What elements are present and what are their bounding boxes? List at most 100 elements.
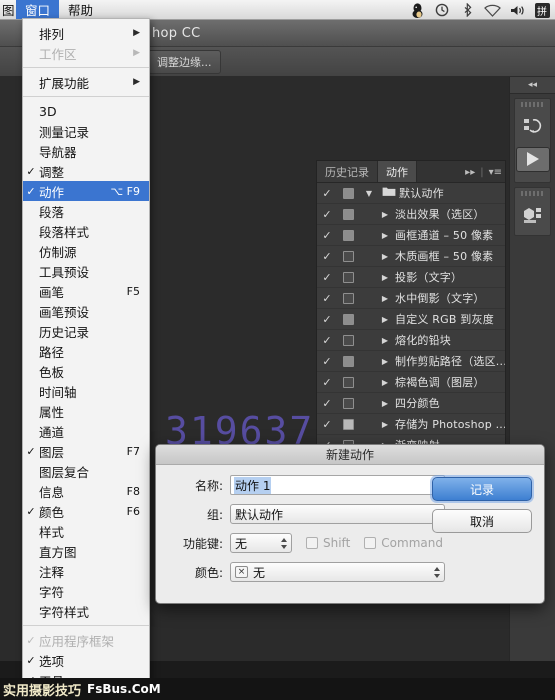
menu-item-24[interactable]: 信息F8 [23,481,149,501]
dialog-toggle-icon[interactable] [337,314,359,325]
menu-item-17[interactable]: 路径 [23,341,149,361]
dialog-toggle-icon[interactable] [337,230,359,241]
volume-icon[interactable] [506,0,528,20]
time-machine-icon[interactable] [431,0,453,20]
3d-icon[interactable] [515,200,550,230]
chevron-right-icon[interactable]: ▶ [375,378,395,387]
actions-row[interactable]: ✓▶水中倒影（文字） [317,288,505,309]
chevron-right-icon[interactable]: ▶ [375,273,395,282]
color-select[interactable]: × 无 [230,562,445,582]
chevron-right-icon[interactable]: ▶ [375,210,395,219]
window-menu-dropdown[interactable]: 排列▶工作区▶扩展功能▶3D测量记录导航器✓调整✓动作⌥ F9段落段落样式仿制源… [22,18,150,686]
dialog-toggle-icon[interactable] [337,188,359,199]
menu-item-30[interactable]: 字符样式 [23,601,149,621]
dialog-toggle-icon[interactable] [337,356,359,367]
fkey-select[interactable]: 无 [230,533,292,553]
input-method-icon[interactable]: 拼 [531,0,553,20]
menu-item-10[interactable]: 段落 [23,201,149,221]
dialog-toggle-icon[interactable] [337,377,359,388]
menu-item-29[interactable]: 字符 [23,581,149,601]
dock-grip-1[interactable] [521,102,544,107]
menu-item-12[interactable]: 仿制源 [23,241,149,261]
toggle-check-icon[interactable]: ✓ [317,271,337,284]
actions-row[interactable]: ✓▶熔化的铅块 [317,330,505,351]
actions-play-icon[interactable] [515,141,550,177]
menu-item-18[interactable]: 色板 [23,361,149,381]
penguin-icon[interactable] [406,0,428,20]
panel-menu-icon[interactable]: ▾≡ [489,167,502,178]
chevron-right-icon[interactable]: ▶ [375,420,395,429]
actions-row[interactable]: ✓▶木质画框 – 50 像素 [317,246,505,267]
dock-grip-2[interactable] [521,191,544,196]
shift-checkbox[interactable]: Shift [306,536,350,550]
menu-item-28[interactable]: 注释 [23,561,149,581]
dialog-toggle-icon[interactable] [337,251,359,262]
chevron-right-icon[interactable]: ▶ [375,315,395,324]
toggle-check-icon[interactable]: ✓ [317,313,337,326]
tab-history[interactable]: 历史记录 [317,161,378,182]
chevron-down-icon[interactable]: ▼ [359,189,379,198]
expand-icon[interactable]: ▸▸ [465,167,475,178]
wifi-icon[interactable] [481,0,503,20]
toggle-check-icon[interactable]: ✓ [317,229,337,242]
tab-actions[interactable]: 动作 [378,161,417,182]
toggle-check-icon[interactable]: ✓ [317,208,337,221]
toggle-check-icon[interactable]: ✓ [317,187,337,200]
dialog-toggle-icon[interactable] [337,398,359,409]
actions-row[interactable]: ✓▼默认动作 [317,183,505,204]
menu-item-25[interactable]: ✓颜色F6 [23,501,149,521]
menu-item-20[interactable]: 属性 [23,401,149,421]
chevron-right-icon[interactable]: ▶ [375,231,395,240]
menu-item-5[interactable]: 3D [23,101,149,121]
menu-item-9[interactable]: ✓动作⌥ F9 [23,181,149,201]
toggle-check-icon[interactable]: ✓ [317,292,337,305]
os-menu-item-0[interactable]: 图 [0,0,16,19]
chevron-right-icon[interactable]: ▶ [375,336,395,345]
chevron-right-icon[interactable]: ▶ [375,357,395,366]
name-input[interactable]: 动作 1 [230,475,445,495]
bluetooth-icon[interactable] [456,0,478,20]
refine-edge-button[interactable]: 调整边缘... [148,50,221,74]
dialog-toggle-icon[interactable] [337,335,359,346]
actions-row[interactable]: ✓▶四分颜色 [317,393,505,414]
history-icon[interactable] [515,111,550,141]
actions-row[interactable]: ✓▶棕褐色调（图层） [317,372,505,393]
os-menu-item-window[interactable]: 窗口 [16,0,59,19]
dialog-toggle-icon[interactable] [337,209,359,220]
toggle-check-icon[interactable]: ✓ [317,334,337,347]
toggle-check-icon[interactable]: ✓ [317,418,337,431]
actions-row[interactable]: ✓▶自定义 RGB 到灰度 [317,309,505,330]
menu-item-13[interactable]: 工具预设 [23,261,149,281]
menu-item-23[interactable]: 图层复合 [23,461,149,481]
os-menu-item-help[interactable]: 帮助 [59,0,102,19]
menu-item-6[interactable]: 测量记录 [23,121,149,141]
toggle-check-icon[interactable]: ✓ [317,397,337,410]
menu-item-22[interactable]: ✓图层F7 [23,441,149,461]
dialog-toggle-icon[interactable] [337,272,359,283]
menu-item-8[interactable]: ✓调整 [23,161,149,181]
actions-row[interactable]: ✓▶画框通道 – 50 像素 [317,225,505,246]
dialog-toggle-icon[interactable] [337,419,359,430]
menu-item-33[interactable]: ✓选项 [23,650,149,670]
actions-row[interactable]: ✓▶淡出效果（选区） [317,204,505,225]
dialog-toggle-icon[interactable] [337,293,359,304]
chevron-right-icon[interactable]: ▶ [375,294,395,303]
dock-collapse-button[interactable]: ◂◂ [510,77,555,94]
menu-item-7[interactable]: 导航器 [23,141,149,161]
chevron-right-icon[interactable]: ▶ [375,252,395,261]
toggle-check-icon[interactable]: ✓ [317,250,337,263]
menu-item-11[interactable]: 段落样式 [23,221,149,241]
menu-item-19[interactable]: 时间轴 [23,381,149,401]
menu-item-15[interactable]: 画笔预设 [23,301,149,321]
cancel-button[interactable]: 取消 [432,509,532,533]
menu-item-16[interactable]: 历史记录 [23,321,149,341]
record-button[interactable]: 记录 [432,477,532,501]
set-select[interactable]: 默认动作 [230,504,445,524]
menu-item-14[interactable]: 画笔F5 [23,281,149,301]
menu-item-3[interactable]: 扩展功能▶ [23,72,149,92]
toggle-check-icon[interactable]: ✓ [317,355,337,368]
menu-item-27[interactable]: 直方图 [23,541,149,561]
toggle-check-icon[interactable]: ✓ [317,376,337,389]
menu-item-21[interactable]: 通道 [23,421,149,441]
chevron-right-icon[interactable]: ▶ [375,399,395,408]
